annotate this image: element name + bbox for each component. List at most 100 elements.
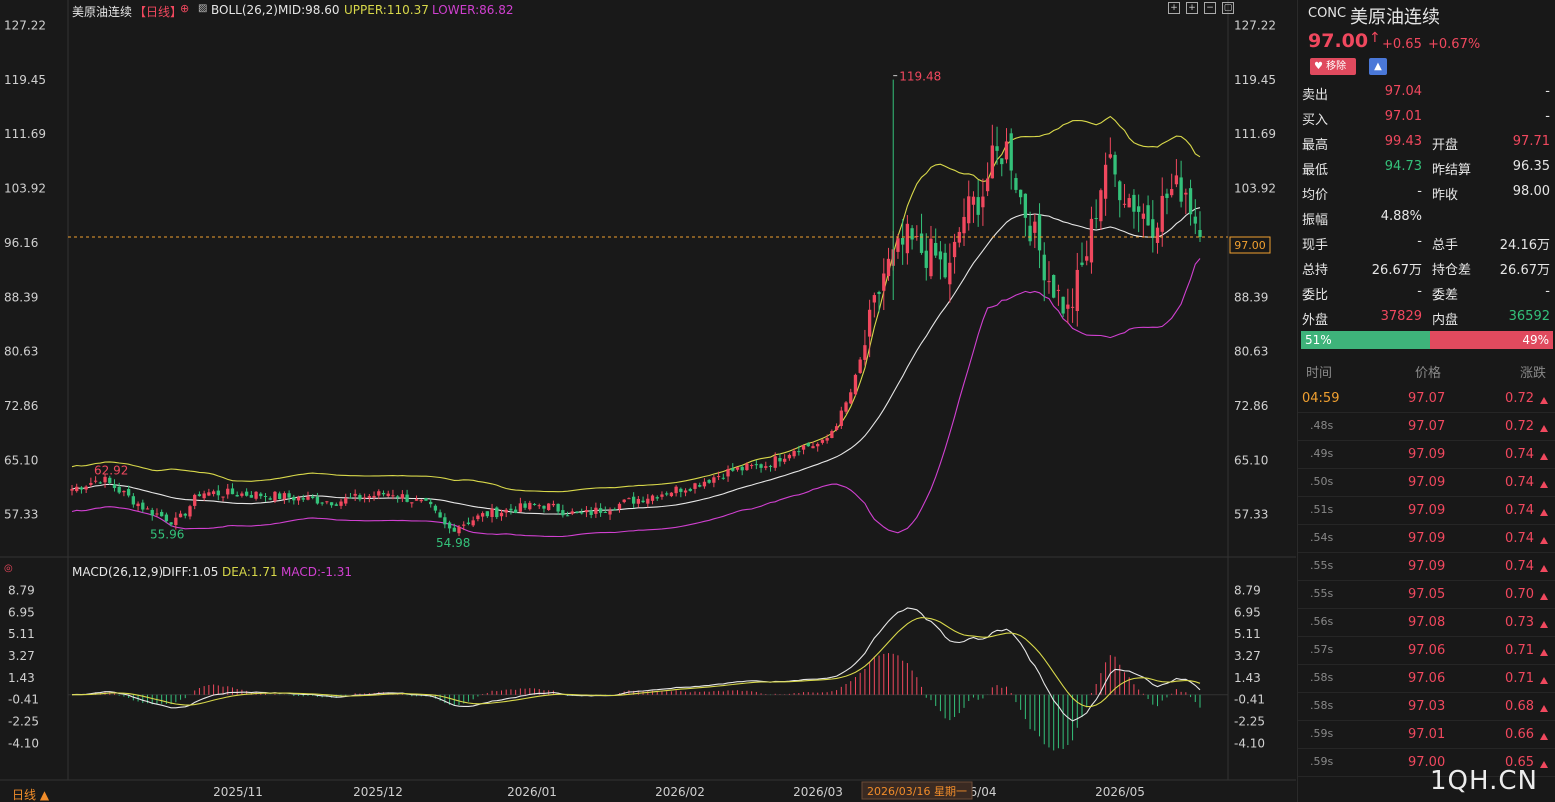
- candle-body: [948, 262, 952, 285]
- candle-body: [901, 238, 905, 245]
- macd-axis-label-left: 1.43: [8, 671, 35, 685]
- tick-row[interactable]: .58s 97.03 0.68: [1298, 693, 1555, 721]
- candle-body: [447, 522, 452, 529]
- bell-alert-icon[interactable]: ▲: [1369, 58, 1387, 75]
- date-axis-label: 6/04: [970, 785, 997, 799]
- candle-body: [471, 520, 475, 526]
- candle-body: [971, 196, 976, 205]
- candle-body: [726, 469, 730, 477]
- kline-chart-area[interactable]: 127.22 127.22 119.45 119.45 111.69 111.69 103.…: [0, 0, 1296, 802]
- bottom-period-toggle[interactable]: 日线 ▲: [12, 786, 49, 802]
- indicator-icon[interactable]: ▨: [198, 3, 207, 14]
- current-price-label: 97.00: [1234, 239, 1266, 252]
- up-arrow-icon: [1537, 618, 1548, 633]
- candle-body: [830, 431, 834, 439]
- candle-body: [816, 443, 820, 447]
- quote-label: 振幅: [1302, 213, 1329, 228]
- zoom-in-icon[interactable]: +: [1186, 2, 1198, 14]
- price-axis-label-right: 80.63: [1234, 345, 1268, 359]
- candle-body: [745, 463, 749, 471]
- boll-upper-line: [71, 115, 1201, 493]
- tick-price: 97.05: [1408, 587, 1446, 602]
- candle-body: [1122, 203, 1127, 205]
- quote-value: 26.67万: [1371, 263, 1422, 278]
- tick-time: .48s: [1310, 419, 1334, 432]
- candle-body: [1108, 154, 1112, 158]
- candle-body: [424, 497, 428, 501]
- kline-chart-svg[interactable]: 127.22 127.22 119.45 119.45 111.69 111.69 103.…: [0, 0, 1296, 802]
- candle-body: [792, 450, 796, 457]
- tick-row[interactable]: 04:59 97.07 0.72: [1298, 385, 1555, 413]
- price-axis-label-left: 57.33: [4, 508, 38, 522]
- tick-row[interactable]: .51s 97.09 0.74: [1298, 497, 1555, 525]
- candle-body: [1179, 177, 1183, 202]
- candle-body: [216, 490, 220, 496]
- candle-body: [806, 443, 810, 447]
- fullscreen-icon[interactable]: ▢: [1222, 2, 1234, 14]
- tick-row[interactable]: .55s 97.05 0.70: [1298, 581, 1555, 609]
- candle-body: [1099, 190, 1103, 222]
- candle-body: [495, 507, 499, 518]
- boll-label[interactable]: BOLL(26,2): [211, 3, 278, 17]
- candle-body: [849, 392, 853, 404]
- tick-row[interactable]: .58s 97.06 0.71: [1298, 665, 1555, 693]
- price-axis-label-left: 127.22: [4, 18, 46, 32]
- price-axis-label-right: 127.22: [1234, 18, 1276, 32]
- quote-value: -: [1417, 184, 1422, 199]
- candle-body: [580, 512, 584, 514]
- candle-body: [877, 292, 881, 294]
- candle-body: [79, 487, 84, 490]
- tick-change: 0.71: [1505, 671, 1534, 686]
- candle-body: [1080, 262, 1084, 265]
- candle-body: [443, 517, 447, 525]
- candle-body: [952, 241, 957, 258]
- candle-body: [924, 250, 928, 268]
- period-label[interactable]: 【日线】: [134, 3, 182, 20]
- macd-diff-line: [71, 607, 1201, 722]
- tick-row[interactable]: .54s 97.09 0.74: [1298, 525, 1555, 553]
- candle-body: [136, 503, 140, 507]
- candle-body: [1188, 188, 1193, 215]
- macd-settings-icon[interactable]: ◎: [4, 563, 13, 574]
- candle-body: [523, 503, 527, 508]
- candle-body: [547, 503, 551, 511]
- quote-label: 买入: [1302, 113, 1329, 128]
- candle-body: [1136, 206, 1141, 212]
- candle-body: [122, 490, 126, 493]
- macd-label[interactable]: MACD(26,12,9): [72, 565, 163, 579]
- ticks-header-change: 涨跌: [1520, 366, 1547, 381]
- tick-row[interactable]: .56s 97.08 0.73: [1298, 609, 1555, 637]
- quote-label: 最低: [1302, 163, 1329, 178]
- tick-row[interactable]: .59s 97.01 0.66: [1298, 721, 1555, 749]
- tick-row[interactable]: .55s 97.09 0.74: [1298, 553, 1555, 581]
- candle-body: [452, 527, 456, 532]
- zoom-out-icon[interactable]: −: [1204, 2, 1216, 14]
- crosshair-date-label: 2026/03/16 星期一: [867, 785, 967, 798]
- candle-body: [731, 468, 735, 471]
- tick-price: 97.09: [1408, 447, 1446, 462]
- candle-body: [801, 445, 806, 450]
- candle-body: [348, 497, 353, 499]
- candle-body: [145, 508, 150, 510]
- remove-watchlist-button[interactable]: ♥ 移除: [1310, 58, 1356, 75]
- candle-body: [1103, 164, 1108, 199]
- candle-body: [608, 511, 612, 515]
- tick-row[interactable]: .57s 97.06 0.71: [1298, 637, 1555, 665]
- candle-body: [811, 446, 815, 449]
- crosshair-tool-icon[interactable]: +: [1168, 2, 1180, 14]
- tick-row[interactable]: .48s 97.07 0.72: [1298, 413, 1555, 441]
- tick-change: 0.72: [1505, 391, 1534, 406]
- candle-body: [561, 510, 565, 516]
- candle-body: [1155, 227, 1160, 243]
- tick-price: 97.09: [1408, 531, 1446, 546]
- candle-body: [70, 489, 74, 491]
- tick-row[interactable]: .49s 97.09 0.74: [1298, 441, 1555, 469]
- tick-row[interactable]: .50s 97.09 0.74: [1298, 469, 1555, 497]
- macd-dea: DEA:1.71: [222, 565, 278, 579]
- candle-body: [410, 502, 414, 504]
- macd-axis-label-right: 8.79: [1234, 583, 1261, 597]
- candle-body: [221, 496, 225, 498]
- quote-value: 98.00: [1512, 184, 1550, 199]
- tick-change: 0.72: [1505, 419, 1534, 434]
- settings-icon[interactable]: ⊕: [180, 2, 189, 15]
